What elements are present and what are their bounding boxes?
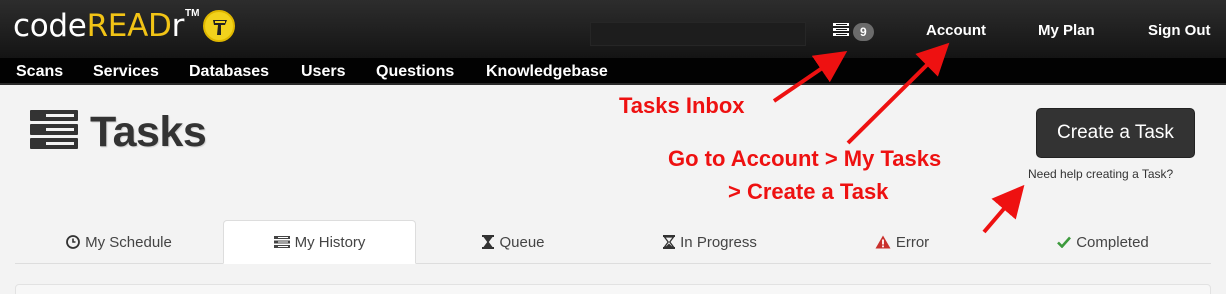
codereadr-logo[interactable]: codeREADr TM	[13, 6, 236, 46]
check-icon	[1057, 236, 1072, 248]
tab-label: Queue	[499, 233, 545, 251]
page-title: Tasks	[30, 107, 207, 156]
tab-in-progress[interactable]: In Progress	[611, 220, 809, 264]
tab-completed[interactable]: Completed	[995, 220, 1211, 264]
account-link[interactable]: Account	[926, 22, 986, 40]
nav-questions[interactable]: Questions	[376, 62, 454, 82]
nav-databases[interactable]: Databases	[189, 62, 269, 82]
tab-content-panel	[15, 284, 1211, 294]
trademark-mark: TM	[185, 8, 200, 19]
create-task-help-link[interactable]: Need help creating a Task?	[1028, 167, 1173, 181]
nav-users[interactable]: Users	[301, 62, 345, 82]
hourglass-icon	[663, 235, 676, 249]
inbox-count-badge: 9	[853, 23, 874, 41]
tab-label: My History	[294, 233, 366, 251]
sign-out-link[interactable]: Sign Out	[1148, 22, 1211, 40]
tab-label: Completed	[1076, 233, 1149, 251]
tasks-list-icon	[30, 109, 78, 155]
nav-scans[interactable]: Scans	[16, 62, 63, 82]
warning-icon	[875, 235, 891, 249]
barcode-scanner-icon	[203, 10, 236, 42]
tasks-list-icon	[833, 23, 849, 41]
tab-my-schedule[interactable]: My Schedule	[15, 220, 223, 264]
tasks-list-icon	[273, 236, 290, 248]
create-task-button[interactable]: Create a Task	[1036, 108, 1195, 158]
tab-my-history[interactable]: My History	[223, 220, 416, 264]
nav-services[interactable]: Services	[93, 62, 159, 82]
main-nav: Scans Services Databases Users Questions…	[0, 58, 1226, 85]
search-input[interactable]	[590, 22, 806, 46]
account-annotation-line2: > Create a Task	[728, 179, 889, 204]
account-annotation-line1: Go to Account > My Tasks	[668, 146, 942, 171]
logo-text: codeREADr	[13, 8, 185, 44]
tab-label: My Schedule	[85, 233, 172, 251]
top-bar: codeREADr TM 9 Account My Plan Sign Out	[0, 0, 1226, 58]
my-plan-link[interactable]: My Plan	[1038, 22, 1095, 40]
hourglass-icon	[482, 235, 495, 249]
tab-label: In Progress	[680, 233, 757, 251]
tab-error[interactable]: Error	[809, 220, 995, 264]
nav-knowledgebase[interactable]: Knowledgebase	[486, 62, 608, 82]
clock-icon	[66, 235, 81, 249]
tab-queue[interactable]: Queue	[416, 220, 611, 264]
tab-label: Error	[895, 233, 930, 251]
page-title-text: Tasks	[90, 107, 207, 156]
tasks-inbox-button[interactable]: 9	[833, 22, 874, 42]
tasks-inbox-annotation: Tasks Inbox	[619, 93, 745, 118]
